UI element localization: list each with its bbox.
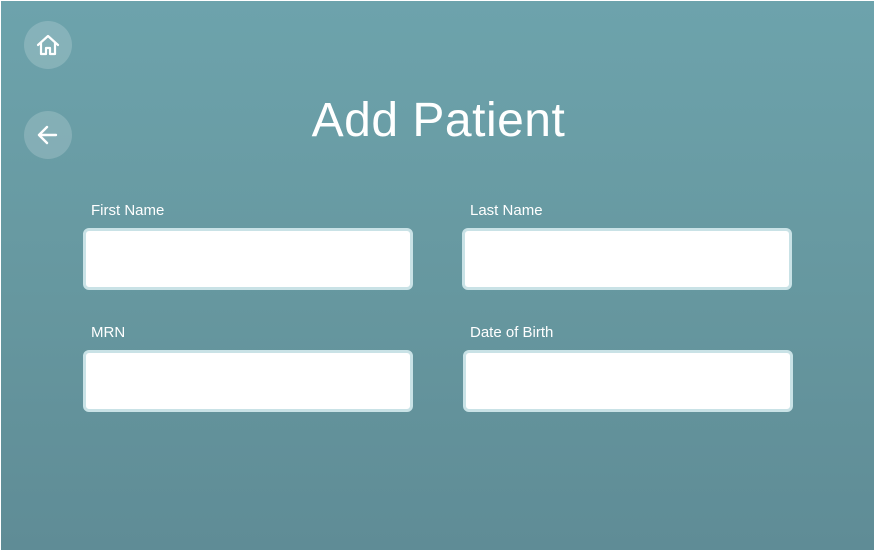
first-name-label: First Name [91,202,165,219]
last-name-input[interactable] [462,228,792,290]
mrn-input[interactable] [83,350,413,412]
page-title: Add Patient [311,94,566,147]
home-icon [35,33,61,57]
add-patient-screen: Add Patient First Name Last Name MRN Dat… [1,1,874,550]
home-button[interactable] [24,21,72,69]
date-of-birth-input[interactable] [463,350,793,412]
first-name-input[interactable] [83,228,413,290]
mrn-label: MRN [91,324,126,341]
last-name-label: Last Name [470,202,543,219]
date-of-birth-label: Date of Birth [470,324,554,341]
